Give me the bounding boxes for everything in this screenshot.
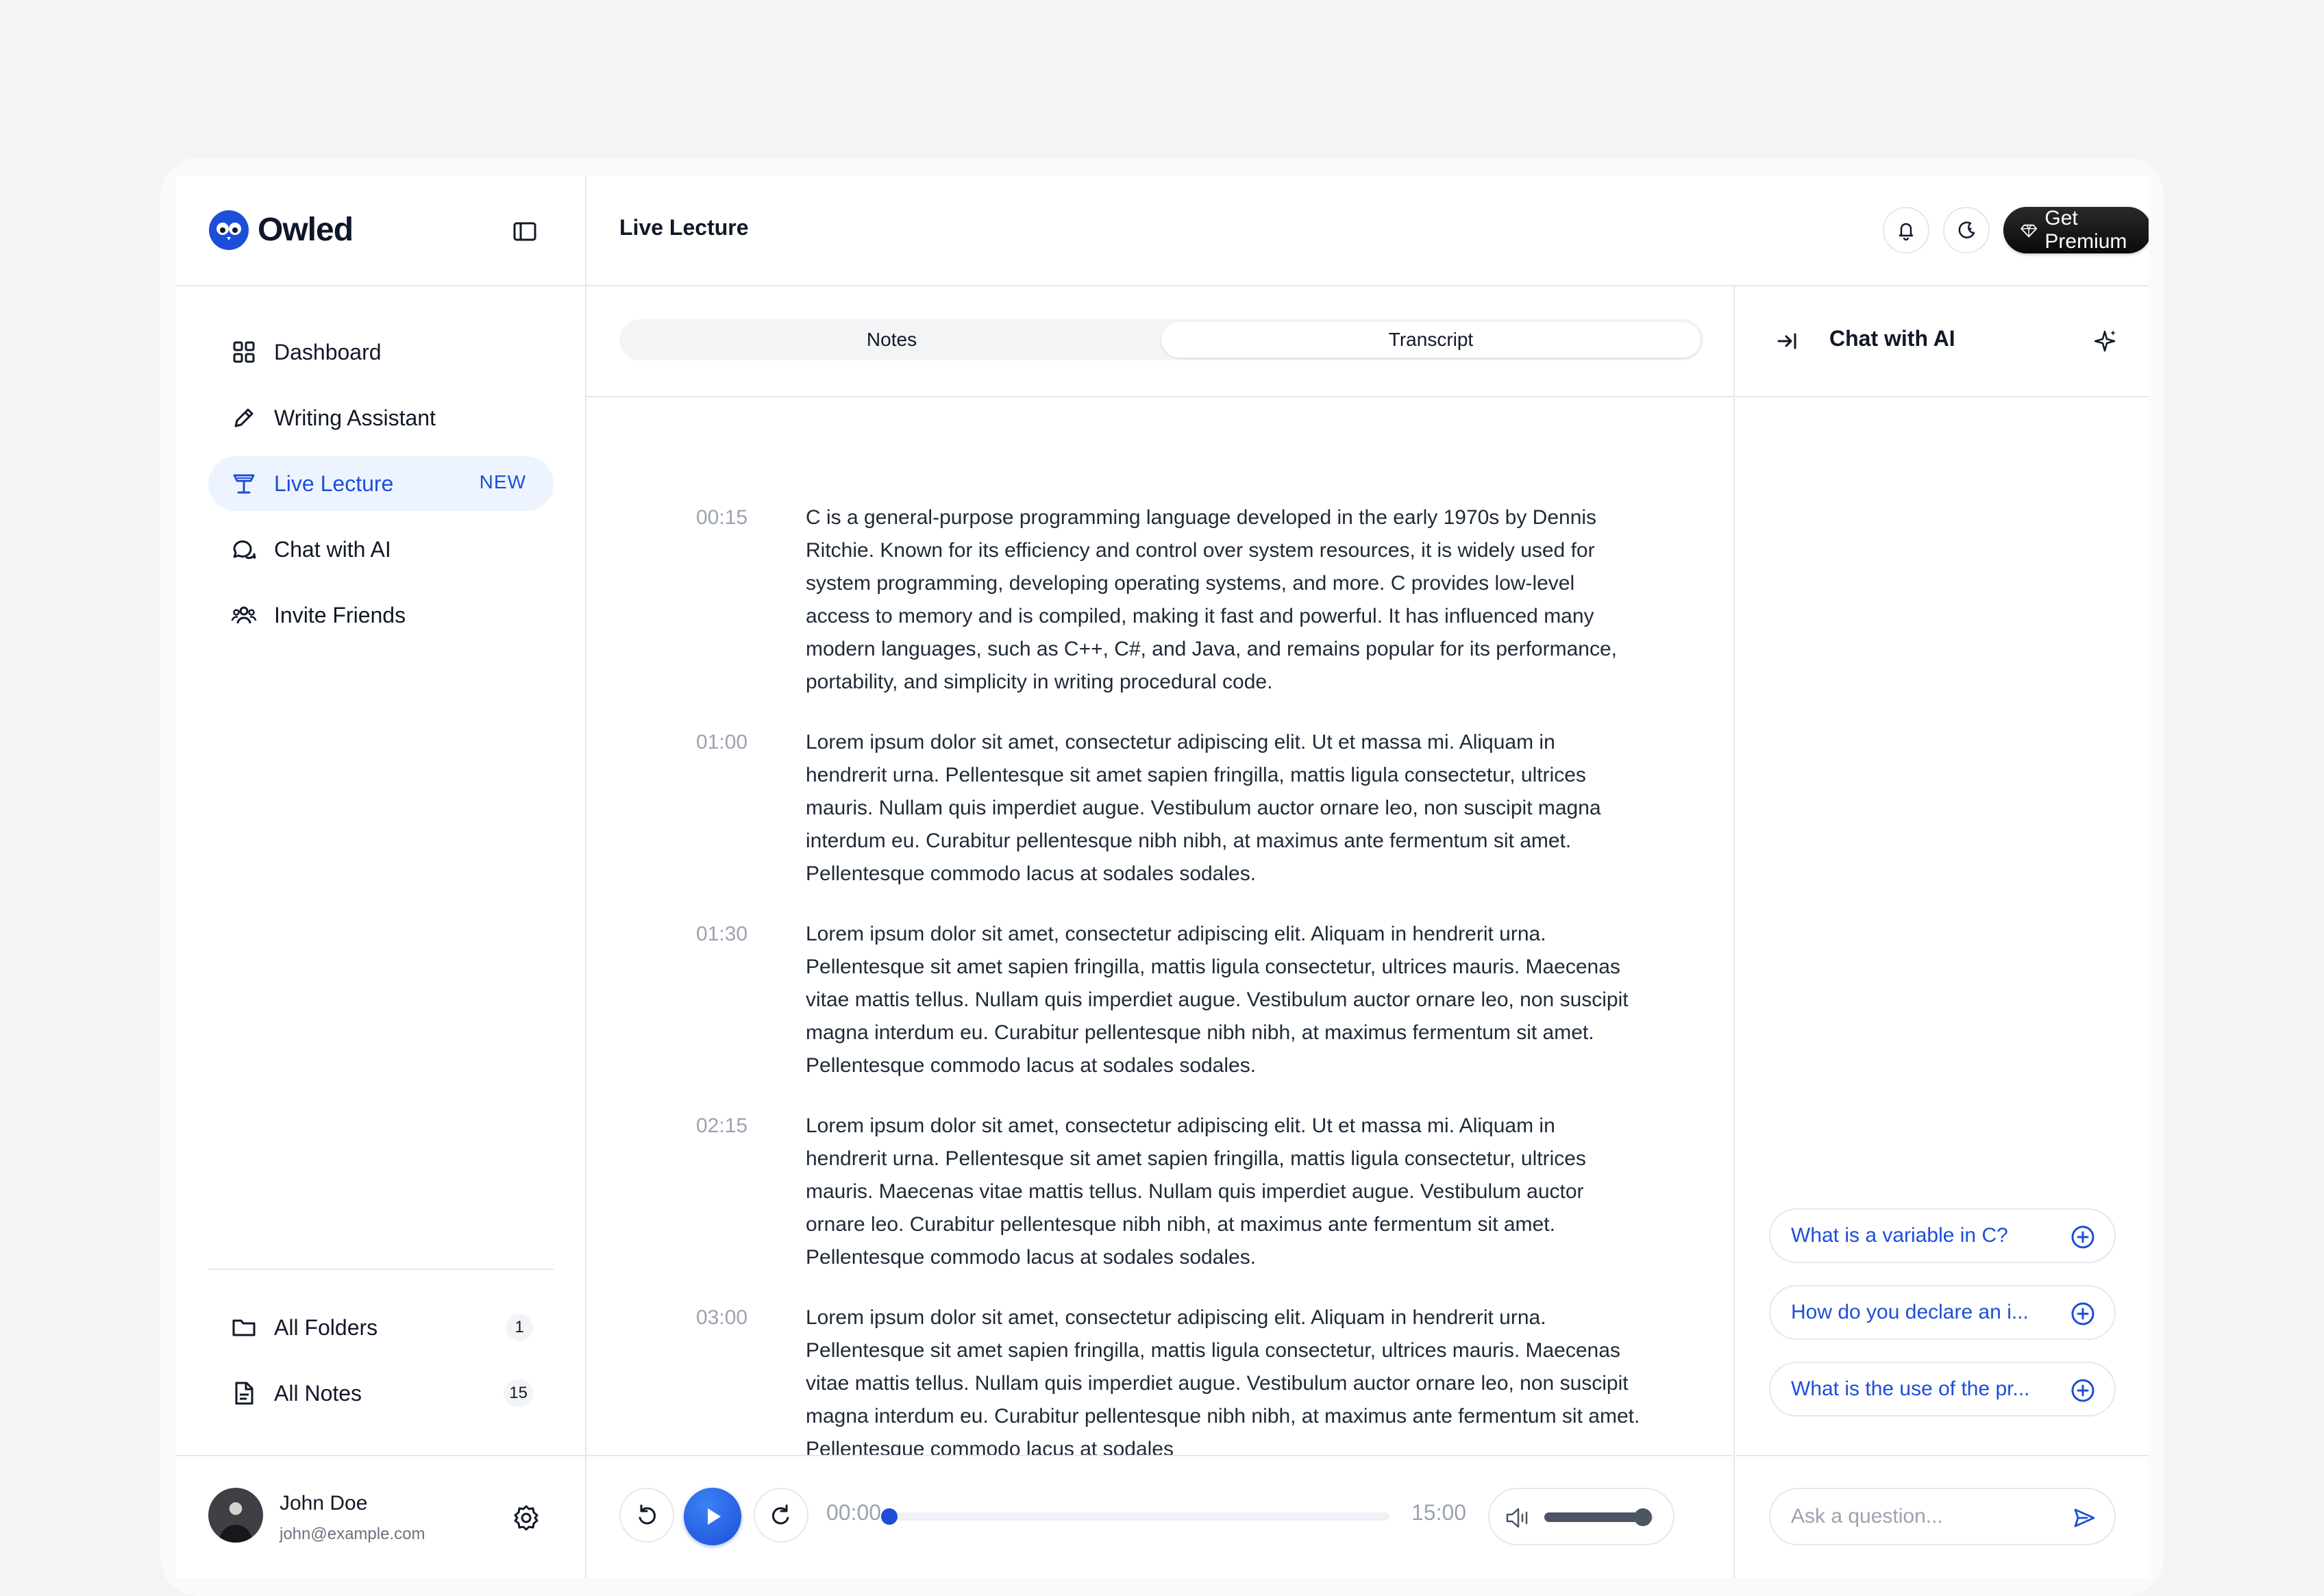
sidebar-item-label: All Folders bbox=[274, 1314, 378, 1340]
page-title: Live Lecture bbox=[619, 215, 749, 240]
collapse-panel-icon[interactable] bbox=[1775, 329, 1799, 353]
tab-transcript[interactable]: Transcript bbox=[1161, 322, 1701, 358]
dashboard-icon bbox=[233, 341, 255, 363]
sidebar-item-label: Writing Assistant bbox=[274, 405, 436, 430]
sidebar-item-all-folders[interactable]: All Folders 1 bbox=[208, 1300, 554, 1355]
transcript-text: C is a general-purpose programming langu… bbox=[806, 506, 1617, 693]
audio-player: 00:00 15:00 bbox=[586, 1455, 1735, 1578]
volume-slider[interactable] bbox=[1544, 1508, 1654, 1526]
user-name: John Doe bbox=[280, 1492, 368, 1514]
premium-label: Get Premium bbox=[2044, 207, 2127, 253]
play-icon bbox=[708, 1508, 721, 1525]
ask-bar bbox=[1736, 1455, 2149, 1578]
chat-bubbles-icon bbox=[233, 540, 256, 560]
lectern-icon bbox=[233, 474, 255, 494]
diamond-icon bbox=[2020, 224, 2038, 238]
ask-input-wrapper bbox=[1769, 1488, 2116, 1545]
user-email: john@example.com bbox=[280, 1525, 425, 1543]
view-tabs: Notes Transcript bbox=[619, 319, 1703, 360]
sidebar-item-dashboard[interactable]: Dashboard bbox=[208, 325, 554, 379]
sidebar-divider bbox=[208, 1269, 554, 1270]
volume-handle[interactable] bbox=[1634, 1508, 1652, 1526]
play-button[interactable] bbox=[684, 1488, 741, 1545]
timestamp[interactable]: 02:15 bbox=[696, 1110, 747, 1143]
suggestion-text: How do you declare an i... bbox=[1791, 1301, 2029, 1323]
rewind-icon bbox=[639, 1504, 656, 1525]
volume-fill bbox=[1544, 1512, 1643, 1522]
sidebar-item-all-notes[interactable]: All Notes 15 bbox=[208, 1366, 554, 1421]
sparkle-icon[interactable] bbox=[2091, 327, 2118, 355]
plus-circle-icon bbox=[2071, 1225, 2094, 1249]
get-premium-button[interactable]: Get Premium bbox=[2003, 207, 2149, 253]
suggestion-chip[interactable]: How do you declare an i... bbox=[1769, 1285, 2116, 1340]
sidebar-item-chat-with-ai[interactable]: Chat with AI bbox=[208, 522, 554, 577]
current-time: 00:00 bbox=[826, 1500, 882, 1525]
brand-bar: Owled bbox=[175, 175, 586, 286]
transcript-text: Lorem ipsum dolor sit amet, consectetur … bbox=[806, 731, 1601, 885]
speaker-icon[interactable] bbox=[1503, 1503, 1533, 1533]
timestamp[interactable]: 00:15 bbox=[696, 501, 747, 534]
plus-circle-icon bbox=[2071, 1379, 2094, 1402]
timestamp[interactable]: 01:30 bbox=[696, 918, 747, 951]
progress-handle[interactable] bbox=[881, 1508, 898, 1525]
forward-button[interactable] bbox=[754, 1488, 808, 1543]
sidebar: Owled Dashboard Writing Assistant Live L… bbox=[175, 175, 586, 1578]
app-window: Owled Dashboard Writing Assistant Live L… bbox=[175, 175, 2149, 1578]
folder-nav: All Folders 1 All Notes 15 bbox=[208, 1300, 554, 1432]
sidebar-item-writing-assistant[interactable]: Writing Assistant bbox=[208, 390, 554, 445]
send-icon[interactable] bbox=[2070, 1504, 2098, 1532]
sidebar-item-label: Invite Friends bbox=[274, 602, 406, 627]
plus-circle-icon bbox=[2071, 1302, 2094, 1325]
sidebar-toggle-icon[interactable] bbox=[511, 218, 539, 245]
suggestion-chip[interactable]: What is a variable in C? bbox=[1769, 1208, 2116, 1263]
transcript-list[interactable]: 00:15 C is a general-purpose programming… bbox=[586, 399, 1735, 1455]
document-icon bbox=[235, 1382, 254, 1405]
pencil-icon bbox=[234, 408, 254, 427]
tabs-row: Notes Transcript bbox=[586, 286, 1735, 397]
chat-title: Chat with AI bbox=[1829, 326, 1955, 351]
total-time: 15:00 bbox=[1411, 1500, 1467, 1525]
folder-count-badge: 1 bbox=[506, 1314, 533, 1341]
progress-bar[interactable] bbox=[881, 1508, 1389, 1525]
timestamp[interactable]: 01:00 bbox=[696, 726, 747, 759]
forward-icon bbox=[771, 1504, 789, 1525]
tab-notes[interactable]: Notes bbox=[622, 322, 1161, 358]
sidebar-item-invite-friends[interactable]: Invite Friends bbox=[208, 588, 554, 643]
suggestion-chip[interactable]: What is the use of the pr... bbox=[1769, 1362, 2116, 1417]
avatar[interactable] bbox=[208, 1488, 263, 1543]
suggestion-text: What is a variable in C? bbox=[1791, 1224, 2008, 1247]
chat-header: Chat with AI bbox=[1736, 286, 2149, 397]
notification-button[interactable] bbox=[1883, 207, 1929, 253]
sidebar-item-label: Live Lecture bbox=[274, 471, 394, 496]
transcript-text: Lorem ipsum dolor sit amet, consectetur … bbox=[806, 1114, 1586, 1269]
top-bar: Live Lecture Get Premium bbox=[586, 175, 2149, 286]
notes-count-badge: 15 bbox=[504, 1380, 533, 1407]
owl-logo-icon bbox=[209, 210, 249, 250]
new-badge: NEW bbox=[479, 471, 526, 492]
folder-icon bbox=[232, 1319, 256, 1336]
sidebar-item-label: Chat with AI bbox=[274, 536, 391, 562]
chat-panel: Chat with AI What is a variable in C? Ho… bbox=[1736, 286, 2149, 1455]
transcript-text: Lorem ipsum dolor sit amet, consectetur … bbox=[806, 923, 1629, 1077]
sidebar-item-label: Dashboard bbox=[274, 339, 382, 364]
user-profile: John Doe john@example.com bbox=[175, 1455, 586, 1578]
main-content: Notes Transcript 00:15 C is a general-pu… bbox=[586, 286, 1735, 1455]
transcript-text: Lorem ipsum dolor sit amet, consectetur … bbox=[806, 1306, 1640, 1455]
volume-control bbox=[1488, 1488, 1674, 1545]
theme-toggle-button[interactable] bbox=[1943, 207, 1990, 253]
sidebar-item-label: All Notes bbox=[274, 1380, 362, 1406]
main-nav: Dashboard Writing Assistant Live Lecture… bbox=[208, 325, 554, 653]
timestamp[interactable]: 03:00 bbox=[696, 1301, 747, 1334]
users-icon bbox=[231, 606, 257, 624]
suggestion-text: What is the use of the pr... bbox=[1791, 1377, 2030, 1400]
ask-question-input[interactable] bbox=[1791, 1500, 2058, 1533]
moon-icon bbox=[1958, 221, 1975, 238]
gear-icon[interactable] bbox=[511, 1503, 541, 1533]
bell-icon bbox=[1899, 223, 1914, 241]
app-name: Owled bbox=[258, 212, 354, 248]
sidebar-item-live-lecture[interactable]: Live Lecture NEW bbox=[208, 456, 554, 511]
rewind-button[interactable] bbox=[619, 1488, 674, 1543]
